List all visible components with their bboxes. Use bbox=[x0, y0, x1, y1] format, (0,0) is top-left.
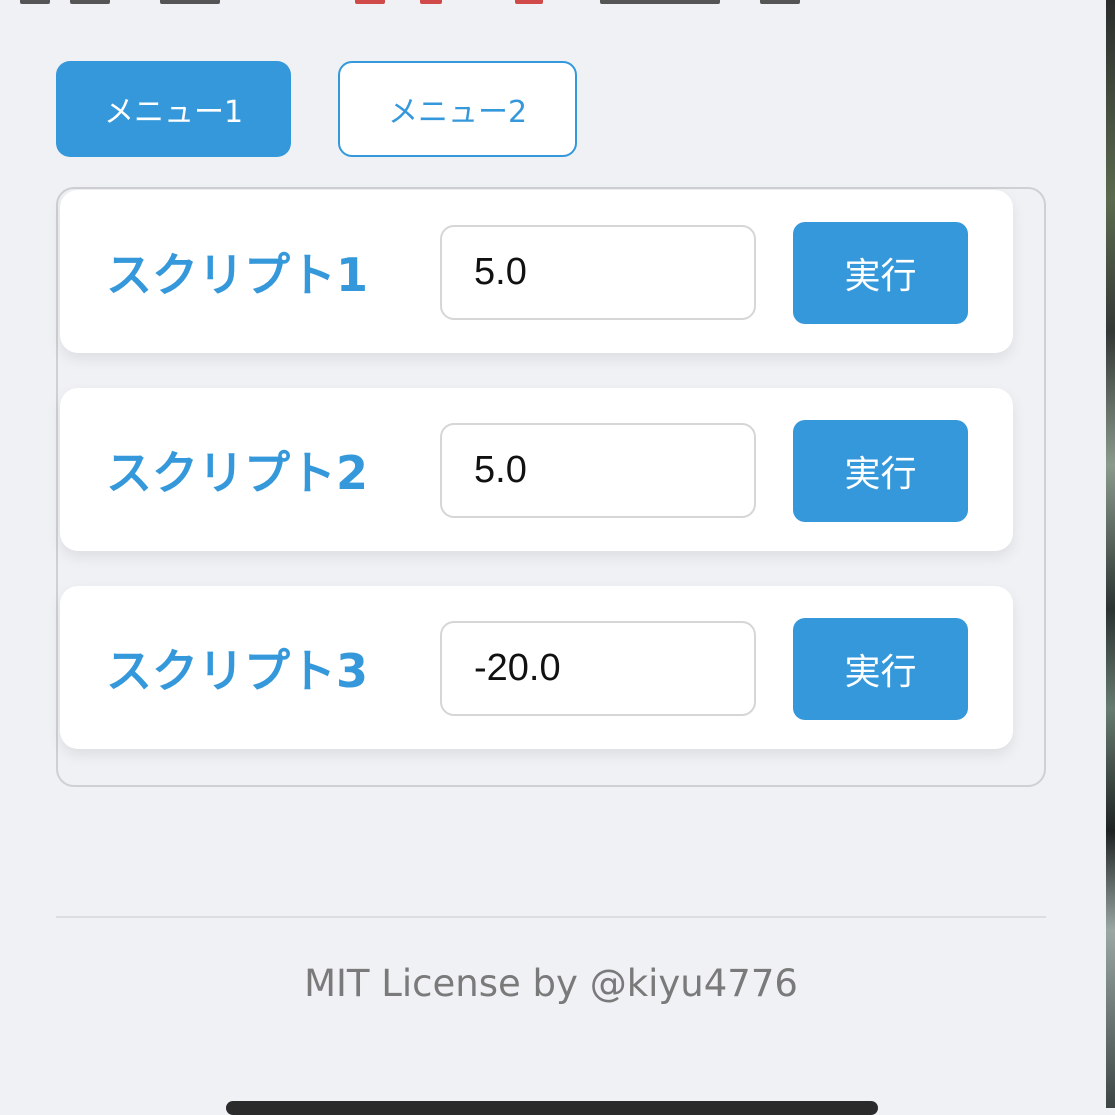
script-row-2: スクリプト2 実行 bbox=[60, 388, 1013, 551]
script-value-input[interactable] bbox=[440, 423, 756, 518]
home-indicator bbox=[226, 1101, 878, 1115]
script-value-input[interactable] bbox=[440, 225, 756, 320]
script-row-3: スクリプト3 実行 bbox=[60, 586, 1013, 749]
script-label: スクリプト3 bbox=[106, 643, 369, 698]
footer-license: MIT License by @kiyu4776 bbox=[304, 962, 798, 1005]
tab-menu-2[interactable]: メニュー2 bbox=[338, 61, 577, 157]
previous-content-strip bbox=[0, 0, 1115, 8]
script-row-1: スクリプト1 実行 bbox=[60, 190, 1013, 353]
run-button[interactable]: 実行 bbox=[793, 618, 968, 720]
background-edge bbox=[1106, 0, 1115, 1108]
tab-menu-1[interactable]: メニュー1 bbox=[56, 61, 291, 157]
script-value-input[interactable] bbox=[440, 621, 756, 716]
script-label: スクリプト2 bbox=[106, 445, 369, 500]
run-button[interactable]: 実行 bbox=[793, 222, 968, 324]
script-label: スクリプト1 bbox=[106, 247, 369, 302]
run-button[interactable]: 実行 bbox=[793, 420, 968, 522]
footer-divider bbox=[56, 916, 1046, 918]
